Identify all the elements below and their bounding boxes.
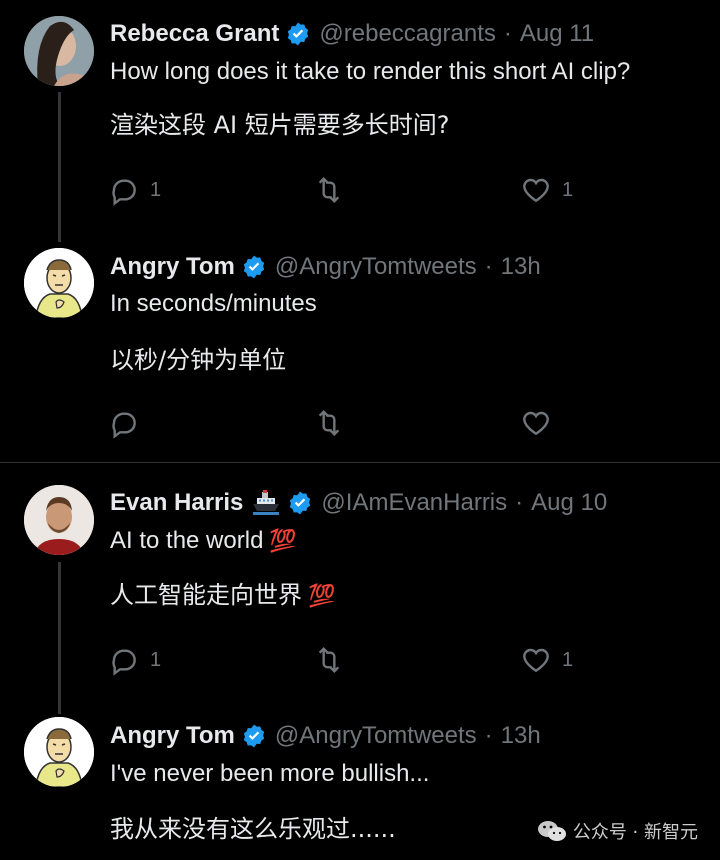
- like-icon: [523, 648, 549, 673]
- tweet-rebecca-grant[interactable]: Rebecca Grant @rebeccagrants · Aug 11 Ho…: [0, 0, 720, 242]
- tweet-text-translation-content: 人工智能走向世界: [110, 581, 302, 609]
- tweet-text-translation: 渲染这段 AI 短片需要多长时间?: [110, 111, 450, 139]
- watermark-text: 公众号 · 新智元: [572, 822, 698, 843]
- hundred-emoji-icon: 💯: [308, 584, 336, 609]
- like-button[interactable]: 1: [520, 643, 573, 677]
- avatar-rebecca-grant[interactable]: [24, 16, 94, 86]
- retweet-icon: [318, 176, 340, 204]
- timestamp[interactable]: Aug 11: [520, 20, 594, 48]
- retweet-button[interactable]: [313, 173, 355, 207]
- reply-button[interactable]: 1: [108, 643, 161, 677]
- avatar-angry-tom[interactable]: [24, 248, 94, 318]
- reply-icon: [112, 649, 136, 676]
- wechat-watermark: 公众号 · 新智元: [537, 818, 698, 844]
- tweet-text-translation: 我从来没有这么乐观过......: [110, 815, 396, 843]
- display-name[interactable]: Angry Tom: [110, 722, 235, 750]
- tweet-evan-harris[interactable]: Evan Harris @IAmEvanHarris · Aug 10 AI t…: [0, 463, 720, 714]
- like-icon: [523, 178, 549, 203]
- verified-badge-icon: [241, 723, 267, 749]
- tweet-text: I've never been more bullish...: [110, 760, 430, 787]
- avatar-evan-harris[interactable]: [24, 485, 94, 555]
- tweet-header: Evan Harris @IAmEvanHarris · Aug 10: [110, 487, 607, 519]
- display-name[interactable]: Rebecca Grant: [110, 20, 279, 48]
- separator-dot: ·: [484, 722, 493, 749]
- verified-badge-icon: [287, 490, 313, 516]
- hundred-emoji-icon: 💯: [269, 529, 297, 554]
- reply-count: 1: [150, 178, 162, 201]
- verified-badge-icon: [241, 254, 267, 280]
- like-button[interactable]: [520, 406, 562, 440]
- like-icon: [523, 411, 549, 436]
- display-name[interactable]: Evan Harris: [110, 489, 243, 517]
- retweet-icon: [318, 646, 340, 674]
- user-handle[interactable]: @AngryTomtweets: [275, 722, 477, 750]
- reply-icon: [112, 179, 136, 206]
- tweet-text-content: AI to the world: [110, 527, 264, 554]
- tweet-header: Angry Tom @AngryTomtweets · 13h: [110, 251, 541, 283]
- user-handle[interactable]: @IAmEvanHarris: [321, 489, 507, 517]
- tweet-actions: 1 1: [108, 643, 578, 677]
- tweet-text-translation: 以秒/分钟为单位: [110, 346, 287, 374]
- user-handle[interactable]: @rebeccagrants: [319, 20, 495, 48]
- tweet-text: AI to the world 💯: [110, 527, 297, 555]
- verified-badge-icon: [285, 21, 311, 47]
- retweet-icon: [318, 409, 340, 437]
- timestamp[interactable]: Aug 10: [531, 489, 607, 517]
- tweet-header: Angry Tom @AngryTomtweets · 13h: [110, 720, 541, 752]
- reply-count: 1: [150, 648, 162, 671]
- timestamp[interactable]: 13h: [501, 253, 541, 281]
- reply-button[interactable]: 1: [108, 173, 161, 207]
- separator-dot: ·: [515, 489, 524, 516]
- ship-icon: [251, 488, 281, 518]
- timestamp[interactable]: 13h: [501, 722, 541, 750]
- thread-line: [58, 92, 61, 242]
- like-count: 1: [562, 648, 574, 671]
- thread-line: [58, 562, 61, 714]
- wechat-icon: [537, 821, 566, 841]
- like-button[interactable]: 1: [520, 173, 573, 207]
- reply-icon: [112, 412, 136, 439]
- separator-dot: ·: [503, 20, 512, 47]
- separator-dot: ·: [484, 253, 493, 280]
- user-handle[interactable]: @AngryTomtweets: [275, 253, 477, 281]
- retweet-button[interactable]: [313, 643, 355, 677]
- tweet-text-translation: 人工智能走向世界 💯: [110, 575, 335, 610]
- retweet-button[interactable]: [313, 406, 355, 440]
- tweet-actions: 1 1: [108, 173, 578, 207]
- tweet-text: In seconds/minutes: [110, 290, 317, 317]
- reply-button[interactable]: [108, 406, 150, 440]
- like-count: 1: [562, 178, 574, 201]
- tweet-angry-tom[interactable]: Angry Tom @AngryTomtweets · 13h In secon…: [0, 240, 720, 462]
- avatar-angry-tom[interactable]: [24, 717, 94, 787]
- tweet-header: Rebecca Grant @rebeccagrants · Aug 11: [110, 18, 594, 50]
- display-name[interactable]: Angry Tom: [110, 253, 235, 281]
- tweet-actions: [108, 406, 578, 440]
- tweet-text: How long does it take to render this sho…: [110, 58, 631, 85]
